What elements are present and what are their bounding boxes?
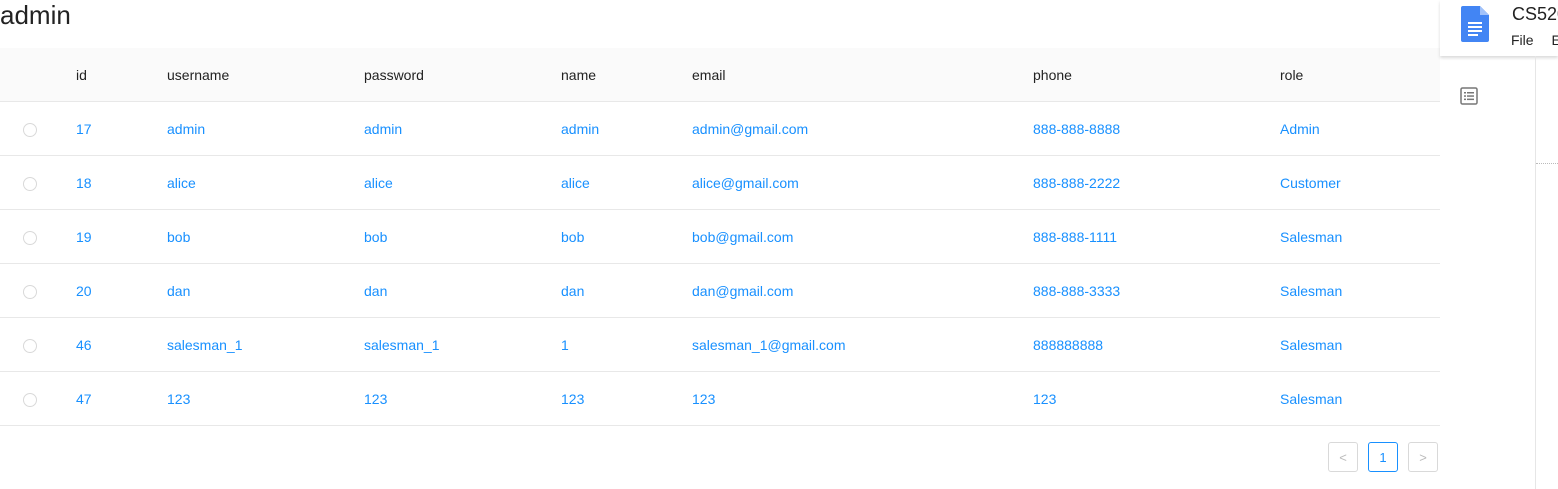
users-table: id username password name email phone ro… [0,48,1440,426]
panel-divider [1535,56,1536,489]
cell-id[interactable]: 17 [76,101,167,156]
table-row[interactable]: 18 alice alice alice alice@gmail.com 888… [0,155,1440,210]
cell-password[interactable]: salesman_1 [364,317,561,372]
cell-username[interactable]: salesman_1 [167,317,364,372]
cell-username[interactable]: alice [167,155,364,210]
users-table-container: id username password name email phone ro… [0,48,1440,426]
docs-header: CS520 File Ed [1440,0,1558,56]
row-radio[interactable] [23,392,37,407]
column-header-email[interactable]: email [692,48,1033,102]
cell-role[interactable]: Salesman [1280,209,1440,264]
table-row[interactable]: 17 admin admin admin admin@gmail.com 888… [0,101,1440,156]
row-select-cell [0,101,76,156]
page-title: admin [0,0,71,30]
cell-id[interactable]: 18 [76,155,167,210]
column-header-username[interactable]: username [167,48,364,102]
cell-password[interactable]: alice [364,155,561,210]
cell-id[interactable]: 46 [76,317,167,372]
cell-username[interactable]: 123 [167,371,364,426]
cell-password[interactable]: admin [364,101,561,156]
column-header-id[interactable]: id [76,48,167,102]
cell-role[interactable]: Salesman [1280,263,1440,318]
cell-name[interactable]: bob [561,209,692,264]
row-select-cell [0,209,76,264]
cell-role[interactable]: Admin [1280,101,1440,156]
table-row[interactable]: 46 salesman_1 salesman_1 1 salesman_1@gm… [0,317,1440,372]
cell-phone[interactable]: 888-888-3333 [1033,263,1280,318]
cell-email[interactable]: alice@gmail.com [692,155,1033,210]
cell-name[interactable]: admin [561,101,692,156]
row-select-cell [0,155,76,210]
table-row[interactable]: 47 123 123 123 123 123 Salesman [0,371,1440,426]
cell-name[interactable]: alice [561,155,692,210]
cell-username[interactable]: bob [167,209,364,264]
row-radio[interactable] [23,176,37,191]
doc-title[interactable]: CS520 [1512,4,1558,25]
table-row[interactable]: 20 dan dan dan dan@gmail.com 888-888-333… [0,263,1440,318]
doc-menubar: File Ed [1511,32,1558,48]
cell-phone[interactable]: 888888888 [1033,317,1280,372]
menu-edit[interactable]: Ed [1551,32,1558,48]
cell-name[interactable]: dan [561,263,692,318]
cell-id[interactable]: 47 [76,371,167,426]
table-row[interactable]: 19 bob bob bob bob@gmail.com 888-888-111… [0,209,1440,264]
cell-email[interactable]: 123 [692,371,1033,426]
google-docs-icon[interactable] [1461,6,1489,47]
cell-phone[interactable]: 123 [1033,371,1280,426]
row-radio[interactable] [23,230,37,245]
cell-password[interactable]: dan [364,263,561,318]
cell-name[interactable]: 123 [561,371,692,426]
cell-email[interactable]: admin@gmail.com [692,101,1033,156]
docs-side-panel [1440,0,1558,489]
column-header-select [0,48,76,102]
row-radio[interactable] [23,338,37,353]
cell-email[interactable]: bob@gmail.com [692,209,1033,264]
cell-password[interactable]: 123 [364,371,561,426]
cell-email[interactable]: dan@gmail.com [692,263,1033,318]
cell-phone[interactable]: 888-888-1111 [1033,209,1280,264]
page-1-button[interactable]: 1 [1368,442,1398,472]
row-select-cell [0,317,76,372]
cell-username[interactable]: admin [167,101,364,156]
row-select-cell [0,371,76,426]
row-radio[interactable] [23,284,37,299]
cell-name[interactable]: 1 [561,317,692,372]
cell-id[interactable]: 20 [76,263,167,318]
row-radio[interactable] [23,122,37,137]
cell-role[interactable]: Salesman [1280,371,1440,426]
column-header-name[interactable]: name [561,48,692,102]
cell-role[interactable]: Customer [1280,155,1440,210]
menu-file[interactable]: File [1511,32,1534,48]
prev-page-button[interactable]: < [1328,442,1358,472]
column-header-password[interactable]: password [364,48,561,102]
cell-email[interactable]: salesman_1@gmail.com [692,317,1033,372]
cell-id[interactable]: 19 [76,209,167,264]
row-select-cell [0,263,76,318]
cell-role[interactable]: Salesman [1280,317,1440,372]
cell-phone[interactable]: 888-888-2222 [1033,155,1280,210]
page-edge-marker [1536,163,1558,164]
column-header-phone[interactable]: phone [1033,48,1280,102]
column-header-role[interactable]: role [1280,48,1440,102]
table-header-row: id username password name email phone ro… [0,48,1440,102]
next-page-button[interactable]: > [1408,442,1438,472]
cell-username[interactable]: dan [167,263,364,318]
cell-phone[interactable]: 888-888-8888 [1033,101,1280,156]
outline-icon[interactable] [1460,87,1478,110]
cell-password[interactable]: bob [364,209,561,264]
